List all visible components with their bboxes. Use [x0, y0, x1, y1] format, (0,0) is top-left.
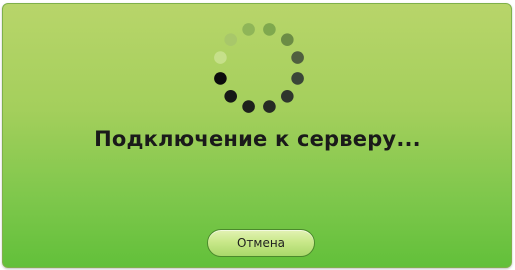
connection-status-text: Подключение к серверу...: [94, 127, 421, 151]
cancel-button[interactable]: Отмена: [207, 229, 315, 257]
cancel-button-label: Отмена: [236, 236, 286, 250]
